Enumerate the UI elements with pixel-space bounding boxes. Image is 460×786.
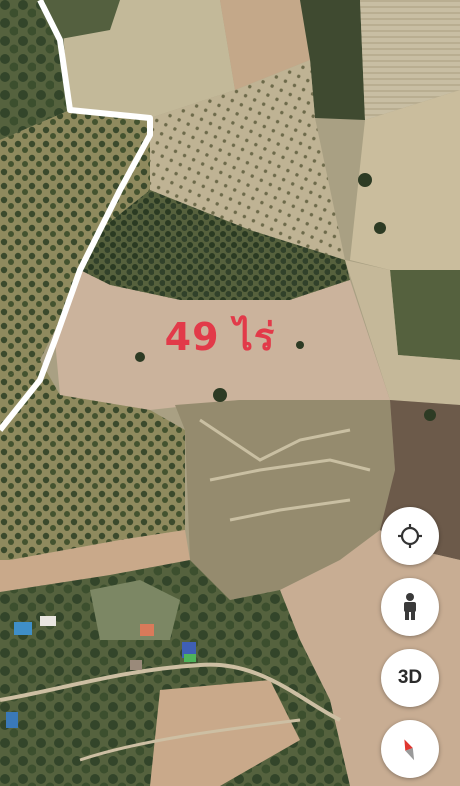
street-view-button[interactable] <box>381 578 439 636</box>
compass-icon <box>404 739 415 761</box>
compass-button[interactable] <box>381 720 439 778</box>
crosshair-icon <box>398 524 422 548</box>
3d-label: 3D <box>397 667 423 688</box>
3d-view-button[interactable]: 3D <box>381 649 439 707</box>
pegman-icon <box>404 593 416 620</box>
my-location-button[interactable] <box>381 507 439 565</box>
